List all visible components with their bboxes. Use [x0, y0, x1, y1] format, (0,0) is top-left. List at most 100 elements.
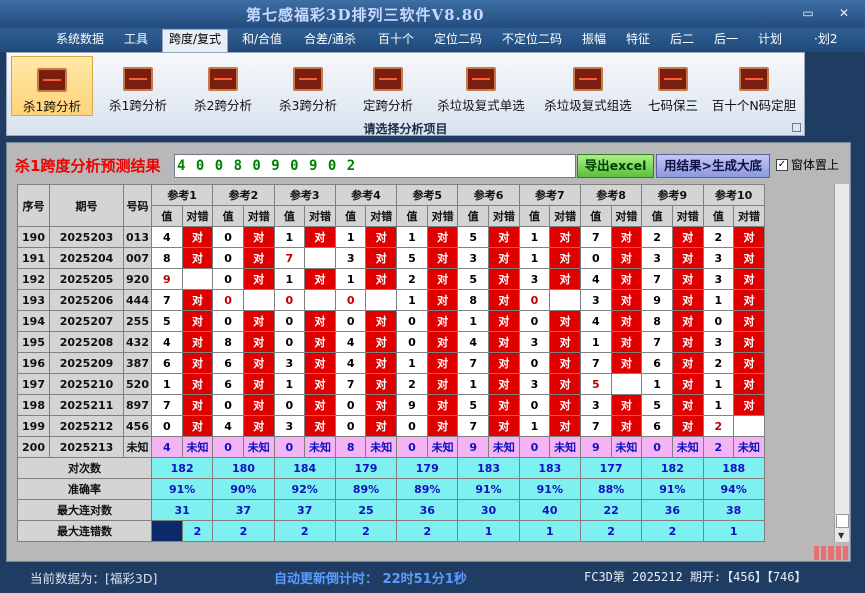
- stats-value: 91%: [518, 478, 581, 500]
- ref-result: 对: [549, 352, 581, 374]
- ribbon-button[interactable]: 杀3跨分析: [269, 56, 347, 116]
- stats-value: 183: [518, 457, 581, 479]
- ribbon-button[interactable]: 百十个N码定胆: [707, 56, 801, 116]
- stats-value: 2: [396, 520, 459, 542]
- ref-header: 参考2: [212, 184, 275, 206]
- ref-result: 对: [671, 394, 704, 416]
- menu-item[interactable]: 百十个: [372, 30, 420, 50]
- ref-result: 对: [426, 352, 459, 374]
- menu-item[interactable]: 合差/通杀: [298, 30, 362, 50]
- result-header: 对错: [242, 205, 275, 227]
- ribbon-button[interactable]: 杀垃圾复式组选: [537, 56, 639, 116]
- menu-item[interactable]: 后二: [664, 30, 700, 50]
- stats-value: 90%: [212, 478, 275, 500]
- ref-result: 对: [181, 226, 214, 248]
- generate-base-button[interactable]: 用结果>生成大底: [656, 154, 770, 178]
- result-header: 对错: [610, 205, 643, 227]
- ref-result: 对: [181, 247, 214, 269]
- ref-value: 0: [212, 247, 244, 269]
- ref-result: 对: [365, 331, 398, 353]
- ref-value: 0: [702, 310, 735, 332]
- scroll-thumb[interactable]: [836, 514, 849, 528]
- ref-result: 对: [304, 394, 336, 416]
- row-issue: 2025207: [49, 310, 124, 332]
- ref-header: 参考8: [579, 184, 643, 206]
- menu-item[interactable]: 后一: [708, 30, 744, 50]
- menu-item[interactable]: ·划2: [808, 30, 843, 50]
- title-bar: 第七感福彩3D排列三软件V8.80 ▭ ✕: [0, 0, 865, 28]
- stats-value: 177: [579, 457, 643, 479]
- menu-item[interactable]: 跨度/复式: [162, 29, 229, 52]
- ref-value: 7: [334, 373, 367, 395]
- menu-item[interactable]: 不定位二码: [496, 30, 568, 50]
- status-countdown: 自动更新倒计时： 22时51分1秒: [274, 572, 467, 587]
- scroll-down-icon[interactable]: ▼: [838, 531, 844, 540]
- menu-item[interactable]: 和/合值: [236, 30, 288, 50]
- always-on-top-checkbox[interactable]: ✓ 窗体置上: [776, 156, 839, 173]
- restore-button[interactable]: ▭: [800, 6, 816, 20]
- ref-result: 对: [549, 310, 581, 332]
- table-row: 198 2025211 897 7 对 0 对 0 对 0 对 9 对 5 对 0 对 3 对 5 对 1 对: [17, 394, 765, 416]
- menu-item[interactable]: 定位二码: [428, 30, 488, 50]
- ref-result: 对: [671, 310, 704, 332]
- stats-value: 182: [150, 457, 214, 479]
- export-excel-button[interactable]: 导出excel: [577, 154, 654, 178]
- stats-value: 2: [181, 520, 214, 542]
- ref-result: 对: [549, 226, 581, 248]
- menu-item[interactable]: 系统数据: [50, 30, 110, 50]
- table-row: 192 2025205 920 9 0 对 1 对 1 对 2 对 5 对 3 对 4 对 7 对 3 对: [17, 268, 765, 290]
- table-row: 197 2025210 520 1 对 6 对 1 对 7 对 2 对 1 对 3 对 5 1 对 1 对: [17, 373, 765, 395]
- row-code: 920: [123, 268, 152, 290]
- ref-value: 0: [212, 394, 244, 416]
- value-header: 值: [579, 205, 612, 227]
- menu-item[interactable]: 工具: [118, 30, 154, 50]
- menu-item[interactable]: 特征: [620, 30, 656, 50]
- ref-value: 7: [579, 352, 612, 374]
- ref-value: 8: [457, 289, 490, 311]
- vertical-scrollbar[interactable]: ▼: [834, 184, 849, 542]
- ribbon-button[interactable]: 杀2跨分析: [183, 56, 263, 116]
- chart-icon: [293, 67, 323, 91]
- status-draw-info: FC3D第 2025212 期开:【456】【746】: [584, 570, 807, 584]
- stats-value: 1: [457, 520, 520, 542]
- row-issue: 2025213: [49, 436, 124, 458]
- ref-value: 1: [334, 226, 367, 248]
- ref-result: 对: [671, 289, 704, 311]
- selected-cell[interactable]: [151, 520, 183, 542]
- ref-result: 对: [426, 226, 459, 248]
- ref-result: 对: [733, 310, 765, 332]
- ref-result: [304, 289, 336, 311]
- ribbon-button[interactable]: 定跨分析: [353, 56, 423, 116]
- ref-result: 对: [426, 247, 459, 269]
- ribbon-button[interactable]: 杀垃圾复式单选: [429, 56, 533, 116]
- ref-result: 对: [488, 268, 520, 290]
- ribbon-button[interactable]: 七码保三: [643, 56, 703, 116]
- prediction-field[interactable]: 4 0 0 8 0 9 0 9 0 2: [174, 154, 576, 178]
- ref-value: 1: [273, 373, 306, 395]
- close-button[interactable]: ✕: [836, 6, 852, 20]
- ref-value: 5: [457, 226, 490, 248]
- ribbon-button[interactable]: 杀1跨分析: [99, 56, 177, 116]
- menu-item[interactable]: 计划: [752, 30, 788, 50]
- row-seq: 200: [17, 436, 50, 458]
- ref-value: 3: [457, 247, 490, 269]
- ref-result: 对: [181, 310, 214, 332]
- ribbon-expand-icon[interactable]: [792, 123, 801, 132]
- checkbox-check-icon[interactable]: ✓: [776, 158, 788, 171]
- ref-value: 3: [273, 352, 306, 374]
- table-row: 190 2025203 013 4 对 0 对 1 对 1 对 1 对 5 对 1 对 7 对 2 对 2 对: [17, 226, 765, 248]
- ref-value: 0: [396, 310, 428, 332]
- status-current-data: 当前数据为：[福彩3D]: [30, 571, 158, 586]
- ref-result: 对: [304, 226, 336, 248]
- ref-result: 对: [610, 415, 643, 437]
- menu-item[interactable]: 振幅: [576, 30, 612, 50]
- ref-result: 对: [304, 415, 336, 437]
- ref-result: 对: [733, 289, 765, 311]
- ribbon-button[interactable]: 杀1跨分析: [11, 56, 93, 116]
- ref-result: 对: [304, 310, 336, 332]
- table-row: 193 2025206 444 7 对 0 0 0 1 对 8 对 0 3 对 9 对 1 对: [17, 289, 765, 311]
- ref-header: 参考10: [702, 184, 765, 206]
- ribbon-button-label: 百十个N码定胆: [711, 98, 797, 113]
- stats-value: 179: [334, 457, 398, 479]
- stats-value: 37: [273, 499, 336, 521]
